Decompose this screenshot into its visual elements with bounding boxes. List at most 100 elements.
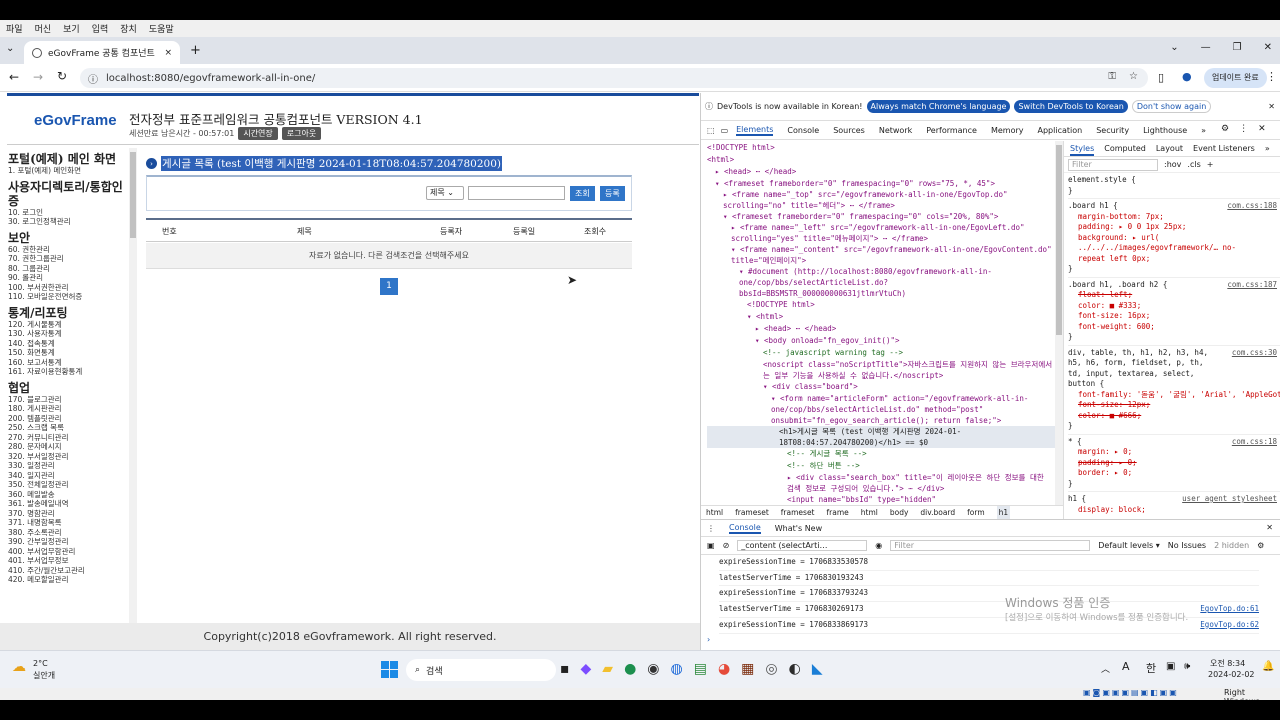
menu-item[interactable]: 400. 부서업무함관리 — [8, 547, 131, 557]
tool-icon[interactable]: ◎ — [765, 661, 777, 677]
inspect-icon[interactable]: ⬚ — [707, 126, 715, 135]
menu-item[interactable]: 150. 화면통계 — [8, 348, 131, 358]
styles-tab[interactable]: » — [1265, 141, 1270, 156]
style-declaration[interactable]: ../../../images/egovframework/… no- — [1068, 243, 1280, 254]
devtools-tab[interactable]: Sources — [833, 126, 865, 135]
forward-icon[interactable]: → — [33, 70, 43, 84]
devtools-tab[interactable]: Console — [787, 126, 819, 135]
task-view-icon[interactable]: ▪ — [560, 661, 570, 677]
menu-item[interactable]: 360. 메일발송 — [8, 490, 131, 500]
style-declaration[interactable]: } — [1068, 264, 1280, 275]
menubar-item[interactable]: 파일 — [6, 22, 23, 35]
style-source-link[interactable]: com.css:18 — [1232, 437, 1277, 448]
menubar-item[interactable]: 입력 — [92, 22, 109, 35]
close-window-button[interactable]: ✕ — [1264, 42, 1272, 53]
maps-icon[interactable]: ◍ — [671, 661, 683, 677]
logout-button[interactable]: 로그아웃 — [281, 127, 322, 140]
style-declaration[interactable]: background: ▸ url( — [1068, 233, 1280, 244]
style-source-link[interactable]: com.css:188 — [1227, 201, 1277, 212]
menu-item[interactable]: 270. 커뮤니티관리 — [8, 433, 131, 443]
dom-node[interactable]: <input name="bbsId" type="hidden" value=… — [707, 494, 1055, 504]
style-declaration[interactable]: } — [1068, 186, 1280, 197]
menu-group-title[interactable]: 통계/리포팅 — [8, 306, 131, 320]
pagination-page[interactable]: 1 — [380, 278, 398, 295]
ime-a[interactable]: A — [1122, 660, 1130, 673]
weather-icon[interactable]: ☁ — [12, 659, 26, 675]
menu-item[interactable]: 140. 접속통계 — [8, 339, 131, 349]
menu-item[interactable]: 1. 포털(예제) 메인화면 — [8, 166, 131, 176]
style-declaration[interactable]: display: block; — [1068, 505, 1280, 516]
menu-item[interactable]: 90. 롤관리 — [8, 273, 131, 283]
menubar-item[interactable]: 장치 — [120, 22, 137, 35]
console-source-link[interactable]: EgovTop.do:62 — [1200, 618, 1259, 633]
chrome-icon[interactable]: ◕ — [718, 661, 730, 677]
maximize-button[interactable]: ❐ — [1233, 42, 1242, 53]
menu-item[interactable]: 330. 일정관리 — [8, 461, 131, 471]
dom-node[interactable]: ▾ <frame name="_content" src="/egovframe… — [707, 244, 1055, 266]
dom-node[interactable]: ▸ <div class="search_box" title="이 레이아웃은… — [707, 472, 1055, 494]
style-source-link[interactable]: com.css:187 — [1227, 280, 1277, 291]
devtools-tab[interactable]: Lighthouse — [1143, 126, 1187, 135]
styles-filter-input[interactable]: Filter — [1068, 158, 1158, 171]
dom-breadcrumb[interactable]: frame — [827, 506, 849, 519]
media-icon[interactable]: ◉ — [647, 661, 659, 677]
menu-item[interactable]: 170. 블로그관리 — [8, 395, 131, 405]
dom-node[interactable]: <!-- javascript warning tag --> — [707, 347, 1055, 359]
dom-breadcrumb[interactable]: html — [861, 506, 878, 519]
dom-breadcrumb[interactable]: frameset — [735, 506, 769, 519]
menu-item[interactable]: 30. 로그인정책관리 — [8, 217, 131, 227]
menubar-item[interactable]: 보기 — [63, 22, 80, 35]
network-icon[interactable]: ▣ — [1166, 661, 1175, 672]
ime-han[interactable]: 한 — [1146, 660, 1156, 676]
style-selector[interactable]: element.style { — [1068, 175, 1218, 186]
style-declaration[interactable]: } — [1068, 479, 1280, 490]
dom-node[interactable]: <!DOCTYPE html> — [707, 142, 1055, 154]
dom-scrollbar[interactable] — [1055, 141, 1063, 505]
dom-node[interactable]: ▾ <frameset frameborder="0" framespacing… — [707, 211, 1055, 222]
style-declaration[interactable]: padding: ▸ 0; — [1068, 458, 1280, 469]
dom-node[interactable]: <!-- 하단 버튼 --> — [707, 460, 1055, 472]
context-select[interactable]: _content (selectArti… — [737, 540, 868, 551]
settings-gear-icon[interactable]: ⚙ — [1221, 124, 1229, 134]
style-declaration[interactable]: margin-bottom: 7px; — [1068, 212, 1280, 223]
dom-breadcrumb[interactable]: html — [706, 506, 723, 519]
dom-node[interactable]: ▾ <html> — [707, 311, 1055, 323]
style-declaration[interactable]: font-weight: 600; — [1068, 322, 1280, 333]
dom-node[interactable]: <noscript class="noScriptTitle">자바스크립트를 … — [707, 359, 1055, 381]
menubar-item[interactable]: 머신 — [35, 22, 52, 35]
bookmark-star-icon[interactable]: ☆ — [1129, 71, 1138, 82]
menu-item[interactable]: 60. 권한관리 — [8, 245, 131, 255]
egov-logo[interactable]: eGovFrame — [34, 112, 117, 129]
tab-search-icon[interactable]: ⌄ — [6, 43, 14, 54]
hov-toggle[interactable]: :hov — [1164, 160, 1181, 169]
menu-item[interactable]: 410. 주간/월간보고관리 — [8, 566, 131, 576]
dom-node[interactable]: ▾ <frameset frameborder="0" framespacing… — [707, 178, 1055, 189]
dom-breadcrumb[interactable]: body — [890, 506, 909, 519]
dom-node[interactable]: ▾ #document (http://localhost:8080/egovf… — [707, 266, 1055, 299]
devtools-tab[interactable]: Application — [1038, 126, 1083, 135]
dom-breadcrumb[interactable]: form — [967, 506, 985, 519]
style-declaration[interactable]: font-size: 12px; — [1068, 400, 1280, 411]
style-selector[interactable]: div, table, th, h1, h2, h3, h4, h5, h6, … — [1068, 348, 1218, 390]
log-levels-select[interactable]: Default levels ▾ — [1098, 541, 1160, 550]
back-icon[interactable]: ← — [9, 70, 19, 84]
add-rule-icon[interactable]: + — [1207, 160, 1214, 169]
menu-group-title[interactable]: 사용자디렉토리/통합인증 — [8, 180, 131, 208]
menu-item[interactable]: 160. 보고서통계 — [8, 358, 131, 368]
menu-item[interactable]: 100. 부서권한관리 — [8, 283, 131, 293]
console-source-link[interactable]: EgovTop.do:61 — [1200, 602, 1259, 617]
match-language-button[interactable]: Always match Chrome's language — [866, 100, 1011, 113]
style-declaration[interactable]: font-family: '돋움', '굴림', 'Arial', 'Apple… — [1068, 390, 1280, 401]
menu-group-title[interactable]: 협업 — [8, 381, 131, 395]
style-declaration[interactable]: repeat left 0px; — [1068, 254, 1280, 265]
menu-item[interactable]: 10. 로그인 — [8, 208, 131, 218]
style-declaration[interactable]: color: ■ #333; — [1068, 301, 1280, 312]
menu-item[interactable]: 250. 스크랩 목록 — [8, 423, 131, 433]
devtools-tab[interactable]: Elements — [736, 125, 774, 136]
tray-chevron-icon[interactable]: ︿ — [1101, 662, 1110, 675]
dom-node[interactable]: ▾ <form name="articleForm" action="/egov… — [707, 393, 1055, 426]
taskbar-search[interactable]: ⌕ 검색 — [406, 659, 556, 681]
devtools-tab[interactable]: » — [1201, 126, 1206, 135]
menu-item[interactable]: 320. 부서일정관리 — [8, 452, 131, 462]
notification-icon[interactable]: 🔔 — [1262, 661, 1274, 672]
